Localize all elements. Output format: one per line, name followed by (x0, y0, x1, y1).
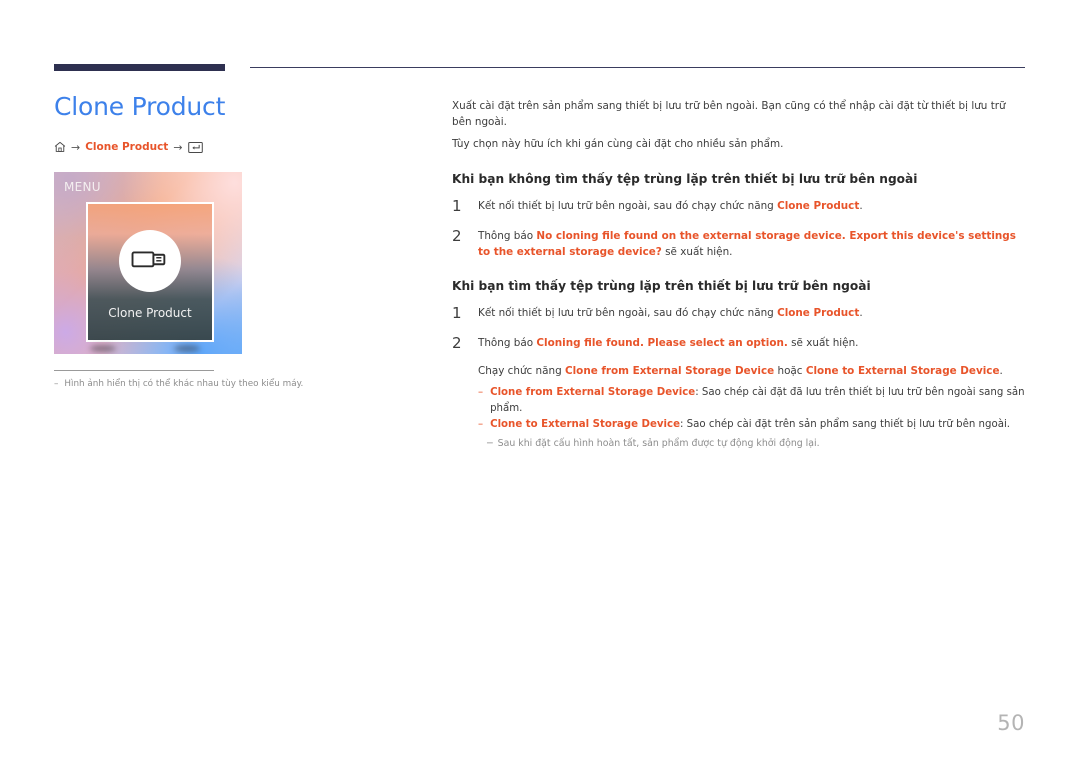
option-dash: – (478, 386, 484, 398)
panel-shadow-right (174, 345, 200, 352)
run-text-pre: Chạy chức năng (478, 364, 565, 377)
menu-preview-image: MENU Clone Product (54, 172, 242, 354)
breadcrumb-item-clone-product[interactable]: Clone Product (85, 141, 168, 153)
section-2-heading: Khi bạn tìm thấy tệp trùng lặp trên thiế… (452, 278, 871, 293)
step-number: 1 (452, 196, 462, 215)
menu-icon-circle (119, 230, 181, 292)
run-highlight-clone-from: Clone from External Storage Device (565, 364, 775, 377)
option-highlight: Clone to External Storage Device (490, 418, 680, 430)
footnote-text: Hình ảnh hiển thị có thể khác nhau tùy t… (64, 379, 304, 389)
menu-panel: Clone Product (86, 202, 214, 342)
section-2-tail-note: ─ Sau khi đặt cấu hình hoàn tất, sản phẩ… (487, 437, 1027, 451)
section-2-step-1: 1 Kết nối thiết bị lưu trữ bên ngoài, sa… (452, 305, 1027, 321)
option-dash: – (478, 418, 484, 430)
right-column: Xuất cài đặt trên sản phẩm sang thiết bị… (452, 99, 1027, 465)
run-highlight-clone-to: Clone to External Storage Device (805, 364, 1000, 377)
enter-key-icon (187, 141, 203, 153)
section-1-step-2: 2 Thông báo No cloning file found on the… (452, 228, 1027, 260)
run-text-post: . (999, 364, 1003, 377)
option-description: : Sao chép cài đặt trên sản phẩm sang th… (680, 418, 1011, 430)
intro-paragraph-2: Tùy chọn này hữu ích khi gán cùng cài đặ… (452, 138, 784, 150)
step-highlight: Clone Product (777, 199, 860, 212)
section-1-heading: Khi bạn không tìm thấy tệp trùng lặp trê… (452, 171, 918, 186)
option-item-clone-from: – Clone from External Storage Device: Sa… (478, 385, 1027, 417)
breadcrumb-separator-2: → (173, 140, 183, 154)
option-highlight: Clone from External Storage Device (490, 386, 696, 398)
option-body: Clone to External Storage Device: Sao ch… (490, 417, 1010, 433)
step-number: 2 (452, 226, 462, 245)
step-text-pre: Thông báo (478, 229, 537, 242)
step-text-post: . (859, 199, 863, 212)
step-text: Thông báo Cloning file found. Please sel… (478, 335, 1027, 451)
left-column: Clone Product → Clone Product → MENU Clo… (54, 92, 384, 391)
menu-label: MENU (64, 180, 101, 194)
header-accent-bar (54, 64, 225, 71)
footnote-dash: – (54, 379, 59, 389)
step-highlight: Cloning file found. Please select an opt… (536, 336, 788, 349)
run-text-mid: hoặc (774, 364, 806, 377)
step-number: 1 (452, 303, 462, 322)
run-function-line: Chạy chức năng Clone from External Stora… (478, 363, 1027, 379)
step-text-pre: Kết nối thiết bị lưu trữ bên ngoài, sau … (478, 199, 778, 212)
step-text-pre: Kết nối thiết bị lưu trữ bên ngoài, sau … (478, 306, 778, 319)
footnote-divider (54, 370, 214, 371)
home-icon (54, 141, 66, 153)
step-number: 2 (452, 333, 462, 352)
breadcrumb-separator-1: → (71, 140, 81, 154)
usb-drive-icon (131, 249, 169, 274)
page-title: Clone Product (54, 92, 226, 121)
tail-note-dash: ─ (487, 437, 493, 449)
step-highlight: Clone Product (777, 306, 860, 319)
step-text-post: sẽ xuất hiện. (787, 336, 859, 349)
step-text-line: Thông báo Cloning file found. Please sel… (478, 335, 1027, 351)
step-highlight: No cloning file found on the external st… (478, 229, 1016, 258)
intro-paragraph-1: Xuất cài đặt trên sản phẩm sang thiết bị… (452, 100, 1006, 128)
option-list: – Clone from External Storage Device: Sa… (478, 385, 1027, 433)
header-divider-line (250, 67, 1025, 68)
step-text-post: sẽ xuất hiện. (661, 245, 733, 258)
step-text: Kết nối thiết bị lưu trữ bên ngoài, sau … (478, 198, 1027, 214)
step-text: Thông báo No cloning file found on the e… (478, 228, 1027, 260)
image-footnote: – Hình ảnh hiển thị có thể khác nhau tùy… (54, 370, 314, 391)
step-text: Kết nối thiết bị lưu trữ bên ngoài, sau … (478, 305, 1027, 321)
section-1-step-1: 1 Kết nối thiết bị lưu trữ bên ngoài, sa… (452, 198, 1027, 214)
page-number: 50 (997, 711, 1025, 735)
breadcrumb[interactable]: → Clone Product → (54, 140, 384, 154)
step-text-post: . (859, 306, 863, 319)
tail-note-text: Sau khi đặt cấu hình hoàn tất, sản phẩm … (497, 437, 820, 449)
option-body: Clone from External Storage Device: Sao … (490, 385, 1027, 417)
step-text-pre: Thông báo (478, 336, 537, 349)
option-item-clone-to: – Clone to External Storage Device: Sao … (478, 417, 1027, 433)
menu-item-label: Clone Product (108, 306, 192, 320)
section-2-step-2: 2 Thông báo Cloning file found. Please s… (452, 335, 1027, 451)
panel-shadow-left (90, 345, 116, 352)
